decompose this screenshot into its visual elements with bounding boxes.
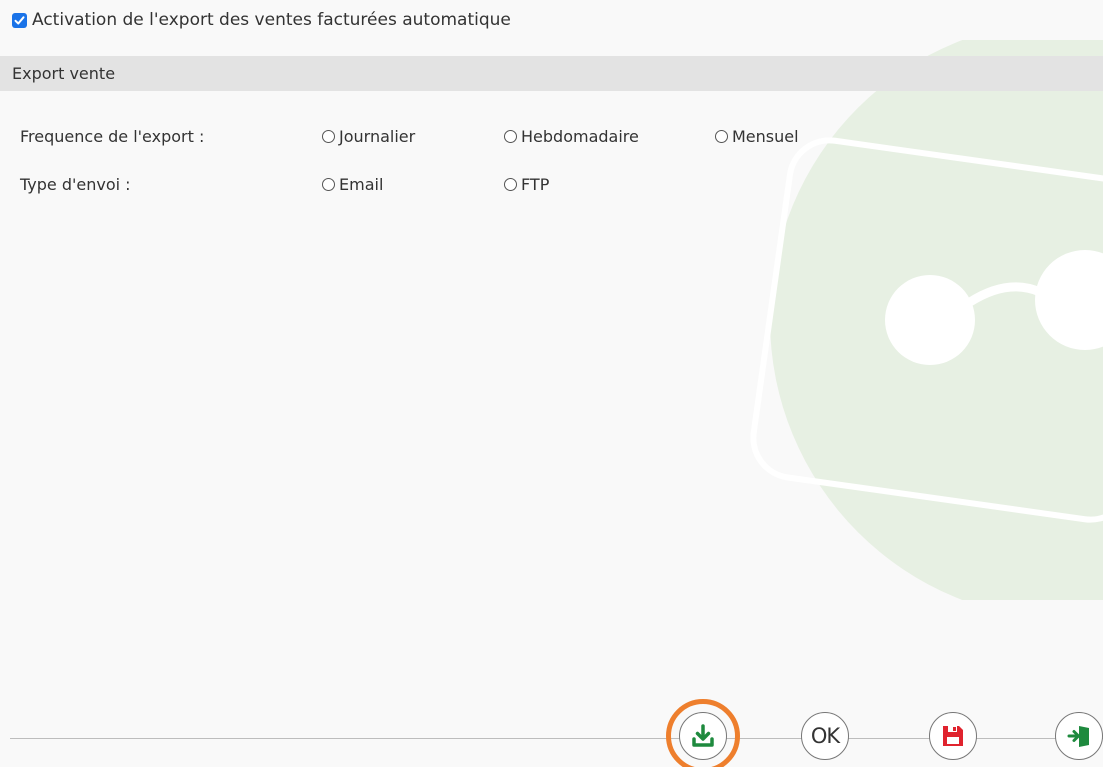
send-type-label: Type d'envoi :: [20, 174, 131, 194]
auto-export-toggle[interactable]: Activation de l'export des ventes factur…: [12, 9, 511, 31]
send-type-option-label: FTP: [521, 174, 550, 194]
send-type-option-ftp[interactable]: FTP: [504, 175, 549, 194]
send-type-option-email[interactable]: Email: [322, 175, 383, 194]
exit-button[interactable]: [1055, 712, 1103, 760]
frequency-option-label: Hebdomadaire: [521, 126, 639, 146]
radio-icon[interactable]: [715, 129, 728, 143]
send-type-row: Type d'envoi : Email FTP: [20, 172, 549, 196]
highlight-ring: [666, 699, 740, 767]
ok-button-label: OK: [810, 724, 840, 748]
frequency-option-label: Mensuel: [732, 126, 799, 146]
frequency-option-journalier[interactable]: Journalier: [322, 127, 415, 146]
ok-button[interactable]: OK: [801, 712, 849, 760]
frequency-row: Frequence de l'export : Journalier Hebdo…: [20, 124, 799, 148]
export-settings-panel: Activation de l'export des ventes factur…: [0, 0, 1103, 767]
save-button[interactable]: [929, 712, 977, 760]
auto-export-checkbox[interactable]: [12, 12, 27, 28]
radio-icon[interactable]: [504, 129, 517, 143]
checkmark-icon: [14, 15, 25, 24]
frequency-option-hebdomadaire[interactable]: Hebdomadaire: [504, 127, 639, 146]
section-header: Export vente: [0, 56, 1103, 91]
frequency-option-label: Journalier: [339, 126, 416, 146]
frequency-option-mensuel[interactable]: Mensuel: [715, 127, 799, 146]
frequency-label: Frequence de l'export :: [20, 126, 205, 146]
floppy-disk-icon: [943, 726, 963, 746]
section-title: Export vente: [12, 64, 116, 83]
radio-icon[interactable]: [322, 177, 335, 191]
radio-icon[interactable]: [504, 177, 517, 191]
exit-door-icon: [1067, 726, 1089, 747]
watermark-logo: [750, 40, 1103, 600]
auto-export-label: Activation de l'export des ventes factur…: [32, 10, 511, 30]
send-type-option-label: Email: [339, 174, 384, 194]
radio-icon[interactable]: [322, 129, 335, 143]
